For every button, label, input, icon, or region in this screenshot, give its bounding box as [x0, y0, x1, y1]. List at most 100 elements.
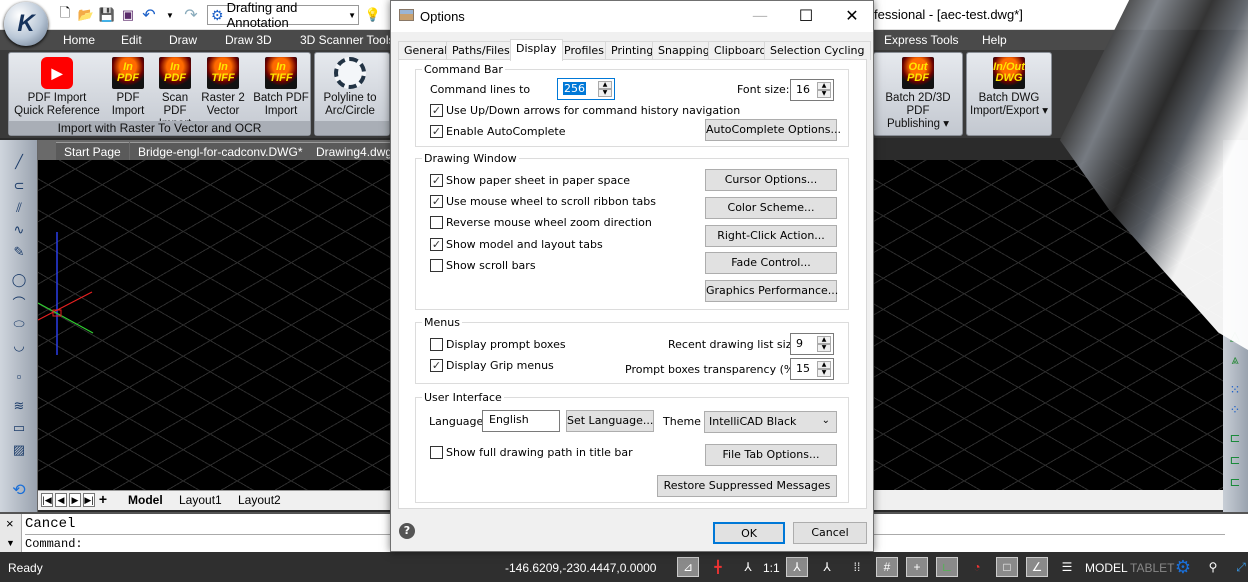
graphics-performance-button[interactable]: Graphics Performance...	[705, 280, 838, 302]
tab-profiles[interactable]: Profiles	[558, 41, 610, 60]
menu-help[interactable]: Help	[982, 33, 1007, 47]
polar-icon[interactable]: ∟	[936, 557, 958, 577]
batch-pdf-import-button[interactable]: In TIFF Batch PDF Import	[253, 57, 309, 118]
insert-block-icon[interactable]: ⊏	[1225, 450, 1245, 470]
rectangle-icon[interactable]: ▭	[9, 418, 29, 438]
minimize-icon[interactable]: —	[745, 5, 775, 27]
autocomplete-checkbox[interactable]: ✓ Enable AutoComplete	[430, 125, 566, 138]
hatch-icon[interactable]: ▨	[9, 440, 29, 460]
spin-down-icon[interactable]: ▼	[817, 90, 831, 98]
right-click-action-button[interactable]: Right-Click Action...	[705, 225, 837, 247]
show-full-path-checkbox[interactable]: Show full drawing path in title bar	[430, 446, 633, 459]
esnap-icon[interactable]: ◔	[966, 557, 988, 577]
redo-icon[interactable]: ↷	[182, 6, 200, 24]
point-icon[interactable]: ▫	[9, 366, 29, 386]
add-layout-icon[interactable]: +	[97, 492, 109, 507]
spin-up-icon[interactable]: ▲	[817, 361, 831, 369]
circle-icon[interactable]: ◯	[9, 270, 29, 290]
regen-icon[interactable]: ⟲	[9, 480, 29, 500]
ortho-icon[interactable]: +	[906, 557, 928, 577]
mouse-wheel-scroll-tabs-checkbox[interactable]: ✓ Use mouse wheel to scroll ribbon tabs	[430, 195, 656, 208]
annotation-visibility-icon[interactable]: ⅄	[786, 557, 808, 577]
tab-snapping[interactable]: Snapping	[652, 41, 716, 60]
block-icon[interactable]: ⊏	[1225, 428, 1245, 448]
fullscreen-icon[interactable]: ⤢	[1230, 557, 1248, 577]
edit-block-icon[interactable]: ⊏	[1225, 472, 1245, 492]
language-field[interactable]: English	[482, 410, 560, 432]
tab-display[interactable]: Display	[510, 39, 563, 61]
pdf-import-quick-reference-button[interactable]: ▶ PDF Import Quick Reference	[11, 57, 103, 118]
ellipse-icon[interactable]: ⬭	[9, 314, 29, 334]
display-prompt-boxes-checkbox[interactable]: Display prompt boxes	[430, 338, 566, 351]
menu-draw[interactable]: Draw	[169, 33, 197, 47]
prev-layout-icon[interactable]: ◀	[55, 493, 67, 507]
raster-2-vector-button[interactable]: In TIFF Raster 2 Vector	[201, 57, 245, 118]
show-model-layout-tabs-checkbox[interactable]: ✓ Show model and layout tabs	[430, 238, 603, 251]
polyline-to-arc-circle-button[interactable]: Polyline to Arc/Circle	[317, 57, 383, 118]
helix-icon[interactable]: ≋	[9, 396, 29, 416]
spin-down-icon[interactable]: ▼	[817, 344, 831, 352]
freehand-icon[interactable]: ✎	[9, 242, 29, 262]
drawing-canvas[interactable]	[38, 160, 390, 490]
layout-tab-layout2[interactable]: Layout2	[238, 493, 281, 507]
annotation-scale-value[interactable]: 1:1	[763, 561, 780, 575]
tab-selection-cycling[interactable]: Selection Cycling	[764, 41, 871, 60]
group-icon[interactable]: ⁙	[1225, 380, 1245, 400]
recent-drawing-list-spinner[interactable]: 9 ▲ ▼	[790, 333, 834, 355]
lineweight-icon[interactable]: ∠	[1026, 557, 1048, 577]
license-icon[interactable]: ⚲	[1202, 557, 1224, 577]
fade-control-button[interactable]: Fade Control...	[705, 252, 837, 274]
esnap-tracking-icon[interactable]: □	[996, 557, 1018, 577]
command-history-dropdown-icon[interactable]: ▼	[6, 538, 15, 548]
tab-clipboard[interactable]: Clipboard	[708, 41, 773, 60]
autocomplete-options-button[interactable]: AutoComplete Options...	[705, 119, 841, 141]
cancel-button[interactable]: Cancel	[793, 522, 867, 544]
close-icon[interactable]: ✕	[837, 5, 867, 27]
model-space-toggle[interactable]: MODEL	[1085, 561, 1128, 575]
lightbulb-icon[interactable]: 💡	[364, 6, 382, 24]
snap-grid-icon[interactable]: ⁞⁞	[846, 557, 868, 577]
save-as-icon[interactable]: ▣	[119, 6, 137, 24]
spin-down-icon[interactable]: ▼	[598, 89, 612, 97]
display-grip-menus-checkbox[interactable]: ✓ Display Grip menus	[430, 359, 554, 372]
file-tab-options-button[interactable]: File Tab Options...	[705, 444, 837, 466]
spline-icon[interactable]: ∿	[9, 220, 29, 240]
scan-pdf-import-button[interactable]: InPDF Scan PDF Import	[149, 57, 201, 131]
open-icon[interactable]: 📂	[77, 6, 95, 24]
pdf-import-button[interactable]: In PDF PDF Import	[109, 57, 147, 118]
ungroup-icon[interactable]: ⁘	[1225, 400, 1245, 420]
file-tab-start-page[interactable]: Start Page	[56, 142, 129, 160]
color-scheme-button[interactable]: Color Scheme...	[705, 197, 837, 219]
updown-history-checkbox[interactable]: ✓ Use Up/Down arrows for command history…	[430, 104, 740, 117]
reverse-zoom-checkbox[interactable]: Reverse mouse wheel zoom direction	[430, 216, 652, 229]
menu-edit[interactable]: Edit	[121, 33, 142, 47]
next-layout-icon[interactable]: ▶	[69, 493, 81, 507]
prompt-transparency-spinner[interactable]: 15 ▲ ▼	[790, 358, 834, 380]
last-layout-icon[interactable]: ▶|	[83, 493, 95, 507]
mirror-copy-icon[interactable]: ⩓	[1225, 350, 1245, 370]
layout-tab-model[interactable]: Model	[128, 493, 163, 507]
show-paper-sheet-checkbox[interactable]: ✓ Show paper sheet in paper space	[430, 174, 630, 187]
file-tab-bridge[interactable]: Bridge-engl-for-cadconv.DWG*	[130, 142, 311, 160]
spin-up-icon[interactable]: ▲	[817, 336, 831, 344]
save-icon[interactable]: 💾	[98, 6, 116, 24]
theme-select[interactable]: IntelliCAD Black ⌄	[704, 411, 837, 433]
double-line-icon[interactable]: ⫽	[9, 198, 29, 218]
close-command-icon[interactable]: ×	[6, 516, 14, 531]
app-logo[interactable]: K	[4, 2, 48, 46]
ellipse-arc-icon[interactable]: ◡	[9, 336, 29, 356]
menu-home[interactable]: Home	[63, 33, 95, 47]
annotation-scale-icon[interactable]: ⅄	[737, 557, 759, 577]
polyline-icon[interactable]: ⊂	[9, 176, 29, 196]
menu-3d-scanner-tools[interactable]: 3D Scanner Tools	[300, 33, 395, 47]
restore-suppressed-messages-button[interactable]: Restore Suppressed Messages	[657, 475, 837, 497]
undo-dropdown-icon[interactable]: ▼	[161, 6, 179, 24]
menu-express-tools[interactable]: Express Tools	[884, 33, 958, 47]
line-icon[interactable]: ╱	[9, 152, 29, 172]
cursor-options-button[interactable]: Cursor Options...	[705, 169, 837, 191]
new-icon[interactable]: 🗋	[56, 5, 74, 24]
batch-pdf-publishing-button[interactable]: Out PDF Batch 2D/3D PDF Publishing ▾	[874, 57, 962, 131]
spin-down-icon[interactable]: ▼	[817, 369, 831, 377]
spin-up-icon[interactable]: ▲	[598, 81, 612, 89]
tablet-toggle[interactable]: TABLET	[1130, 561, 1174, 575]
